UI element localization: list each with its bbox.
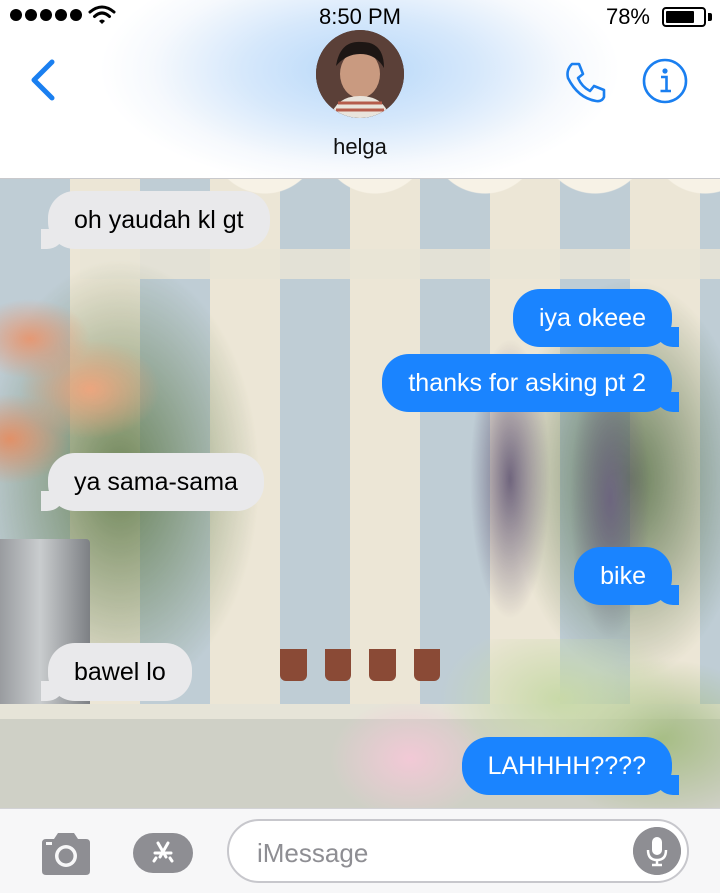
battery-icon: [662, 7, 706, 27]
status-bar: 8:50 PM 78%: [0, 0, 720, 34]
message-bubble-outgoing[interactable]: thanks for asking pt 2: [382, 354, 679, 412]
message-thread[interactable]: oh yaudah kl gt iya okeee thanks for ask…: [0, 179, 720, 808]
contact-name[interactable]: helga: [0, 134, 720, 160]
camera-button[interactable]: [38, 829, 94, 877]
call-button[interactable]: [562, 58, 610, 106]
phone-icon: [566, 62, 606, 103]
avatar-photo: [316, 30, 404, 118]
message-bubble-incoming[interactable]: oh yaudah kl gt: [41, 191, 270, 249]
message-bubble-outgoing[interactable]: iya okeee: [512, 289, 680, 347]
app-store-icon: [133, 833, 193, 873]
camera-icon: [42, 833, 90, 875]
app-store-button[interactable]: [131, 831, 195, 875]
battery-level: [666, 11, 694, 23]
conversation-header: 8:50 PM 78% helga: [0, 0, 720, 179]
message-bubble-outgoing[interactable]: bike: [574, 547, 679, 605]
battery-percentage: 78%: [605, 4, 650, 29]
info-icon: [642, 58, 688, 104]
chevron-left-icon: [31, 59, 55, 101]
message-bubble-incoming[interactable]: ya sama-sama: [41, 453, 264, 511]
message-bubble-incoming[interactable]: bawel lo: [41, 643, 192, 701]
composer-bar: iMessage: [0, 808, 720, 893]
back-button[interactable]: [24, 56, 64, 104]
contact-avatar[interactable]: [316, 30, 404, 118]
info-button[interactable]: [640, 56, 690, 106]
battery-tip: [708, 13, 712, 21]
microphone-icon: [633, 827, 681, 875]
microphone-button[interactable]: [633, 827, 681, 875]
message-input-placeholder: iMessage: [257, 838, 369, 868]
message-input[interactable]: iMessage: [227, 819, 689, 883]
message-bubble-outgoing[interactable]: LAHHHH????: [461, 737, 680, 795]
